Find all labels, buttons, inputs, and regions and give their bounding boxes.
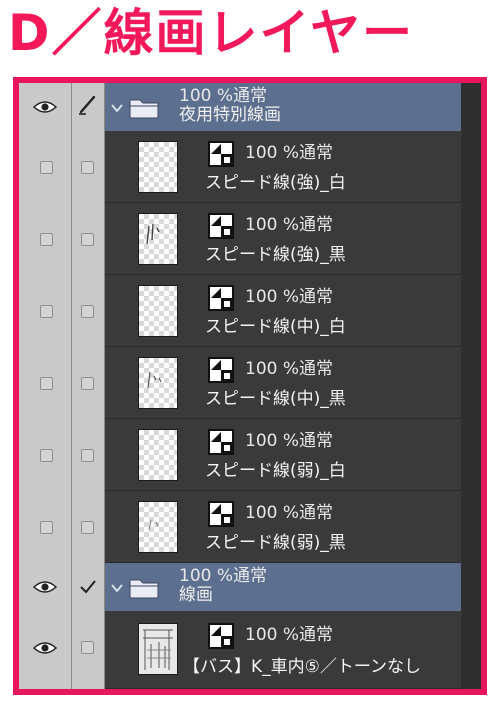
- layer-type-icon: [208, 501, 234, 527]
- edit-checkbox[interactable]: [81, 305, 94, 318]
- layer-row[interactable]: 100 %通常 【バス】K_車内⑤／トーンなし: [19, 611, 461, 689]
- thumbnail-art: [148, 519, 159, 531]
- layer-type-icon: [208, 623, 234, 649]
- layer-blend-mode: 100 %通常: [245, 287, 334, 307]
- layer-blend-mode: 100 %通常: [245, 143, 334, 163]
- layer-type-icon: [208, 141, 234, 167]
- edit-checkbox[interactable]: [81, 161, 94, 174]
- layer-row[interactable]: 100 %通常 スピード線(弱)_黒: [19, 491, 461, 563]
- folder-icon: [129, 579, 159, 599]
- layer-panel: 100 %通常 夜用特別線画 100 %通常 スピード線(強)_白 100 %通…: [13, 77, 487, 695]
- layer-thumbnail: [138, 285, 178, 337]
- layer-row[interactable]: 100 %通常 スピード線(強)_黒: [19, 203, 461, 275]
- layer-row-body: 100 %通常 【バス】K_車内⑤／トーンなし: [105, 611, 461, 689]
- folder-row-body: 100 %通常 夜用特別線画: [105, 83, 461, 131]
- visibility-checkbox[interactable]: [40, 305, 53, 318]
- check-icon[interactable]: [79, 579, 97, 595]
- layer-name: スピード線(中)_白: [205, 317, 346, 337]
- folder-row-body: 100 %通常 線画: [105, 563, 461, 611]
- layer-name: スピード線(弱)_黒: [205, 533, 346, 553]
- layer-thumbnail: [138, 623, 178, 675]
- layer-type-icon: [208, 429, 234, 455]
- folder-icon: [129, 99, 159, 119]
- layer-name: スピード線(強)_黒: [205, 245, 346, 265]
- layer-thumbnail: [138, 357, 178, 409]
- edit-checkbox[interactable]: [81, 521, 94, 534]
- layer-row-body: 100 %通常 スピード線(中)_白: [105, 275, 461, 347]
- layer-blend-mode: 100 %通常: [245, 431, 334, 451]
- layer-name: スピード線(強)_白: [205, 173, 346, 193]
- visibility-checkbox[interactable]: [40, 449, 53, 462]
- layer-row-body: 100 %通常 スピード線(強)_黒: [105, 203, 461, 275]
- layer-blend-mode: 100 %通常: [245, 359, 334, 379]
- layer-thumbnail: [138, 141, 178, 193]
- layer-blend-mode: 100 %通常: [245, 625, 334, 645]
- layer-name: スピード線(弱)_白: [205, 461, 346, 481]
- thumbnail-art: [146, 223, 160, 245]
- layer-row[interactable]: 100 %通常 スピード線(強)_白: [19, 131, 461, 203]
- folder-row[interactable]: 100 %通常 線画: [19, 563, 461, 611]
- folder-row[interactable]: 100 %通常 夜用特別線画: [19, 83, 461, 131]
- pen-icon[interactable]: [77, 94, 99, 116]
- layer-type-icon: [208, 357, 234, 383]
- edit-checkbox[interactable]: [81, 641, 94, 654]
- edit-checkbox[interactable]: [81, 377, 94, 390]
- chevron-down-icon[interactable]: [111, 103, 123, 113]
- layer-blend-mode: 100 %通常: [245, 503, 334, 523]
- eye-icon[interactable]: [33, 580, 57, 594]
- visibility-checkbox[interactable]: [40, 377, 53, 390]
- layer-row[interactable]: 100 %通常 スピード線(中)_白: [19, 275, 461, 347]
- edit-checkbox[interactable]: [81, 449, 94, 462]
- layer-thumbnail: [138, 213, 178, 265]
- layer-type-icon: [208, 213, 234, 239]
- edit-checkbox[interactable]: [81, 233, 94, 246]
- scrollbar[interactable]: [461, 83, 481, 689]
- layer-row[interactable]: 100 %通常 スピード線(弱)_白: [19, 419, 461, 491]
- layer-row-body: 100 %通常 スピード線(中)_黒: [105, 347, 461, 419]
- folder-blend-mode: 100 %通常: [179, 566, 268, 586]
- layer-name: スピード線(中)_黒: [205, 389, 346, 409]
- layer-row[interactable]: 100 %通常 スピード線(中)_黒: [19, 347, 461, 419]
- eye-icon[interactable]: [33, 100, 57, 114]
- visibility-checkbox[interactable]: [40, 521, 53, 534]
- page-title: D／線画レイヤー: [8, 4, 415, 62]
- folder-name: 夜用特別線画: [179, 105, 281, 125]
- layer-thumbnail: [138, 429, 178, 481]
- visibility-checkbox[interactable]: [40, 233, 53, 246]
- layer-blend-mode: 100 %通常: [245, 215, 334, 235]
- layer-thumbnail: [138, 501, 178, 553]
- layer-row-body: 100 %通常 スピード線(弱)_白: [105, 419, 461, 491]
- layer-row-body: 100 %通常 スピード線(強)_白: [105, 131, 461, 203]
- thumbnail-art: [139, 624, 177, 674]
- visibility-checkbox[interactable]: [40, 161, 53, 174]
- layer-name: 【バス】K_車内⑤／トーンなし: [183, 657, 422, 677]
- thumbnail-art: [147, 371, 162, 389]
- eye-icon[interactable]: [33, 641, 57, 655]
- layer-type-icon: [208, 285, 234, 311]
- chevron-down-icon[interactable]: [111, 583, 123, 593]
- layer-row-body: 100 %通常 スピード線(弱)_黒: [105, 491, 461, 563]
- folder-name: 線画: [179, 585, 213, 605]
- folder-blend-mode: 100 %通常: [179, 86, 268, 106]
